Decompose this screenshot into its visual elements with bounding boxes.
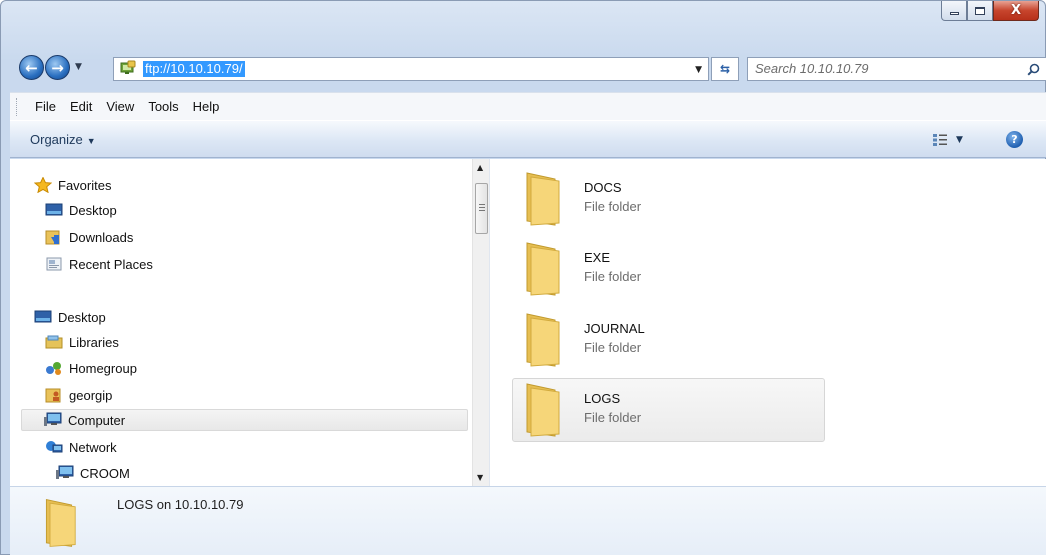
sidebar-item-recent-places[interactable]: Recent Places bbox=[45, 253, 153, 275]
forward-arrow-icon: → bbox=[51, 58, 64, 77]
file-type: File folder bbox=[584, 410, 642, 425]
star-icon bbox=[34, 177, 52, 193]
network-icon bbox=[46, 441, 63, 453]
recent-pages-dropdown[interactable]: ▼ bbox=[75, 62, 82, 72]
sidebar-item-label: Network bbox=[69, 439, 117, 455]
computer-icon bbox=[44, 412, 62, 426]
folder-item-journal[interactable]: JOURNAL File folder bbox=[512, 308, 825, 372]
minimize-icon bbox=[949, 12, 959, 15]
libraries-icon bbox=[45, 335, 63, 349]
sidebar-item-computer[interactable]: Computer bbox=[21, 409, 468, 431]
menu-grip bbox=[16, 97, 20, 116]
sidebar-item-label: Favorites bbox=[58, 177, 112, 193]
address-text[interactable]: ftp://10.10.10.79/ bbox=[143, 61, 245, 77]
desktop-icon bbox=[45, 203, 63, 216]
file-name: DOCS bbox=[584, 180, 622, 195]
sidebar-item-label: Downloads bbox=[69, 229, 134, 245]
folder-item-exe[interactable]: EXE File folder bbox=[512, 237, 825, 301]
title-bar: X bbox=[1, 1, 1045, 49]
sidebar-item-label: Desktop bbox=[58, 309, 106, 325]
search-box[interactable] bbox=[747, 57, 1046, 81]
sidebar-item-label: georgip bbox=[69, 387, 113, 403]
sidebar-item-desktop-favorite[interactable]: Desktop bbox=[45, 199, 117, 221]
maximize-button[interactable] bbox=[967, 1, 993, 21]
sidebar-item-label: Desktop bbox=[69, 202, 117, 218]
back-arrow-icon: ← bbox=[25, 58, 38, 77]
folder-icon bbox=[526, 383, 560, 437]
recent-places-icon bbox=[46, 257, 62, 271]
organize-button[interactable]: Organize ▼ bbox=[30, 132, 96, 147]
homegroup-icon bbox=[46, 362, 61, 375]
folder-icon bbox=[526, 242, 560, 296]
folder-icon bbox=[526, 172, 560, 226]
sidebar-item-georgip[interactable]: georgip bbox=[45, 384, 112, 406]
sidebar-item-homegroup[interactable]: Homegroup bbox=[45, 357, 137, 379]
refresh-icon: ⇆ bbox=[719, 62, 731, 76]
file-type: File folder bbox=[584, 269, 642, 284]
change-view-button[interactable]: ▼ bbox=[932, 131, 980, 149]
sidebar-item-label: Homegroup bbox=[69, 360, 137, 376]
sidebar-item-label: Computer bbox=[68, 412, 126, 428]
views-dropdown-icon: ▼ bbox=[956, 135, 963, 145]
sidebar-item-label: Recent Places bbox=[69, 256, 153, 272]
file-name: LOGS bbox=[584, 391, 621, 406]
network-location-icon bbox=[120, 60, 136, 74]
folder-item-docs[interactable]: DOCS File folder bbox=[512, 167, 825, 231]
menu-help[interactable]: Help bbox=[186, 99, 227, 114]
help-icon: ? bbox=[1011, 133, 1018, 146]
grip-icon bbox=[479, 204, 485, 211]
file-type: File folder bbox=[584, 340, 642, 355]
help-button[interactable]: ? bbox=[1006, 131, 1023, 148]
search-icon[interactable] bbox=[1027, 63, 1040, 76]
forward-button[interactable]: → bbox=[45, 55, 70, 80]
folder-item-logs[interactable]: LOGS File folder bbox=[512, 378, 825, 442]
navigation-bar: ← → ▼ ftp://10.10.10.79/ ▼ ⇆ bbox=[19, 54, 1046, 82]
organize-label: Organize bbox=[30, 132, 83, 147]
sidebar-item-label: Libraries bbox=[69, 334, 119, 350]
content-area: Favorites Desktop Downloads Recent Place… bbox=[10, 159, 1046, 486]
sidebar-item-label: CROOM bbox=[80, 465, 130, 481]
refresh-button[interactable]: ⇆ bbox=[711, 57, 739, 81]
scrollbar-thumb[interactable] bbox=[475, 183, 488, 234]
sidebar-item-downloads[interactable]: Downloads bbox=[45, 226, 133, 248]
file-type: File folder bbox=[584, 199, 642, 214]
address-bar[interactable]: ftp://10.10.10.79/ ▼ bbox=[113, 57, 709, 81]
menu-view[interactable]: View bbox=[99, 99, 141, 114]
chevron-down-icon: ▼ bbox=[86, 136, 96, 146]
file-name: EXE bbox=[584, 250, 611, 265]
details-pane: LOGS on 10.10.10.79 bbox=[10, 486, 1046, 555]
minimize-button[interactable] bbox=[941, 1, 967, 21]
folder-icon bbox=[526, 313, 560, 367]
maximize-icon bbox=[975, 6, 985, 15]
sidebar-item-croom[interactable]: CROOM bbox=[56, 462, 130, 484]
menu-edit[interactable]: Edit bbox=[63, 99, 99, 114]
navigation-pane-scrollbar[interactable]: ▲ ▼ bbox=[472, 159, 489, 486]
menu-file[interactable]: File bbox=[28, 99, 63, 114]
file-name: JOURNAL bbox=[584, 321, 645, 336]
menu-tools[interactable]: Tools bbox=[141, 99, 185, 114]
close-button[interactable]: X bbox=[993, 1, 1039, 21]
sidebar-item-libraries[interactable]: Libraries bbox=[45, 331, 119, 353]
back-button[interactable]: ← bbox=[19, 55, 44, 80]
search-input[interactable] bbox=[755, 61, 1015, 76]
command-bar: Organize ▼ ▼ ? bbox=[10, 120, 1046, 158]
address-dropdown-icon[interactable]: ▼ bbox=[695, 65, 702, 75]
desktop-icon bbox=[34, 310, 52, 323]
folder-icon bbox=[45, 499, 76, 547]
view-details-icon bbox=[933, 134, 947, 146]
menu-bar: File Edit View Tools Help bbox=[10, 92, 1046, 120]
details-title: LOGS on 10.10.10.79 bbox=[117, 497, 244, 512]
file-list: DOCS File folder EXE File folder JOURNAL… bbox=[493, 159, 1046, 486]
downloads-icon bbox=[45, 230, 60, 245]
scroll-up-icon[interactable]: ▲ bbox=[477, 163, 483, 172]
caption-buttons: X bbox=[941, 1, 1039, 21]
close-icon: X bbox=[1010, 3, 1022, 18]
computer-icon bbox=[56, 465, 74, 479]
sidebar-item-favorites[interactable]: Favorites bbox=[34, 174, 111, 196]
sidebar-item-network[interactable]: Network bbox=[45, 436, 117, 458]
navigation-pane: Favorites Desktop Downloads Recent Place… bbox=[10, 159, 472, 486]
sidebar-item-desktop[interactable]: Desktop bbox=[34, 306, 106, 328]
user-folder-icon bbox=[45, 388, 61, 403]
scroll-down-icon[interactable]: ▼ bbox=[477, 473, 483, 482]
